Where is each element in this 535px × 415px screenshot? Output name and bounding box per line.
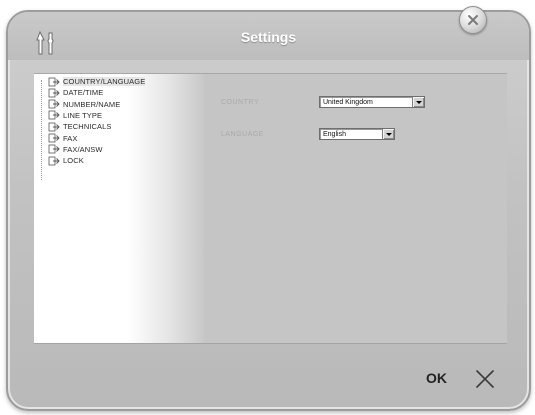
tree-item-label: COUNTRY/LANGUAGE: [63, 77, 146, 86]
page-arrow-icon: [48, 144, 60, 154]
tree-item-label: FAX/ANSW: [63, 144, 103, 154]
page-arrow-icon: [48, 156, 60, 165]
close-window-button[interactable]: [459, 6, 487, 34]
ok-button[interactable]: OK: [426, 370, 447, 386]
tree-item-label: LOCK: [63, 156, 84, 166]
window-title: Settings: [240, 29, 297, 45]
country-label: COUNTRY: [221, 99, 259, 106]
settings-window: Settings COUNTRY/LANGUAGE DATE/TIME NUMBER…: [6, 6, 531, 411]
tree-item[interactable]: TECHNICALS: [48, 121, 112, 132]
page-arrow-icon: [48, 88, 60, 98]
close-bubble-icon: [468, 15, 478, 25]
cancel-x-icon[interactable]: [474, 368, 496, 390]
panel-divider: [34, 343, 507, 344]
tree-item[interactable]: FAX/ANSW: [48, 144, 103, 155]
page-arrow-icon: [48, 99, 60, 109]
tree-connector-line: [41, 80, 43, 180]
chevron-down-icon[interactable]: [412, 97, 424, 107]
country-select[interactable]: United Kingdom: [319, 96, 425, 108]
page-arrow-icon: [48, 77, 60, 86]
tree-item-label: TECHNICALS: [63, 122, 112, 132]
page-arrow-icon: [48, 133, 60, 143]
tree-item[interactable]: COUNTRY/LANGUAGE: [48, 76, 146, 87]
tree-item[interactable]: LINE TYPE: [48, 110, 102, 121]
page-arrow-icon: [48, 110, 60, 120]
tree-item-label: LINE TYPE: [63, 110, 103, 120]
tree-item-label: NUMBER/NAME: [63, 99, 121, 109]
tree-item[interactable]: NUMBER/NAME: [48, 99, 120, 110]
tree-item[interactable]: DATE/TIME: [48, 87, 103, 98]
tree-item-label: DATE/TIME: [63, 88, 104, 98]
settings-panel: COUNTRY/LANGUAGE DATE/TIME NUMBER/NAME LINE…: [34, 73, 507, 344]
page-arrow-icon: [48, 122, 60, 132]
tree-item[interactable]: FAX: [48, 133, 77, 144]
language-label: LANGUAGE: [221, 131, 264, 138]
chevron-down-icon[interactable]: [382, 129, 394, 139]
tree-item[interactable]: LOCK: [48, 155, 84, 166]
country-select-value: United Kingdom: [323, 99, 373, 106]
language-select-value: English: [323, 131, 346, 138]
tree-item-label: FAX: [63, 133, 78, 143]
title-bar: Settings: [8, 12, 529, 60]
language-select[interactable]: English: [319, 128, 395, 140]
settings-tree: COUNTRY/LANGUAGE DATE/TIME NUMBER/NAME LINE…: [34, 74, 204, 344]
